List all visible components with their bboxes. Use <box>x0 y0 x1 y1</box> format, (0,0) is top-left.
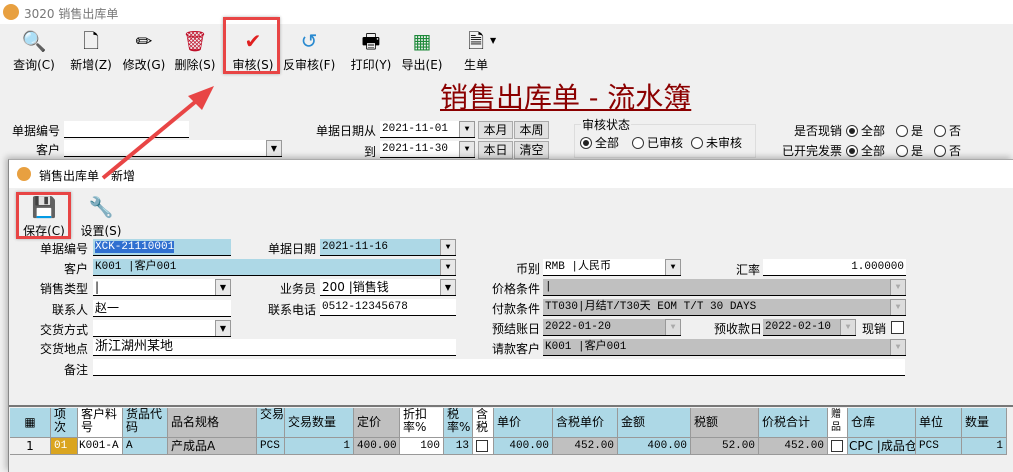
annotation-arrow <box>101 86 214 180</box>
